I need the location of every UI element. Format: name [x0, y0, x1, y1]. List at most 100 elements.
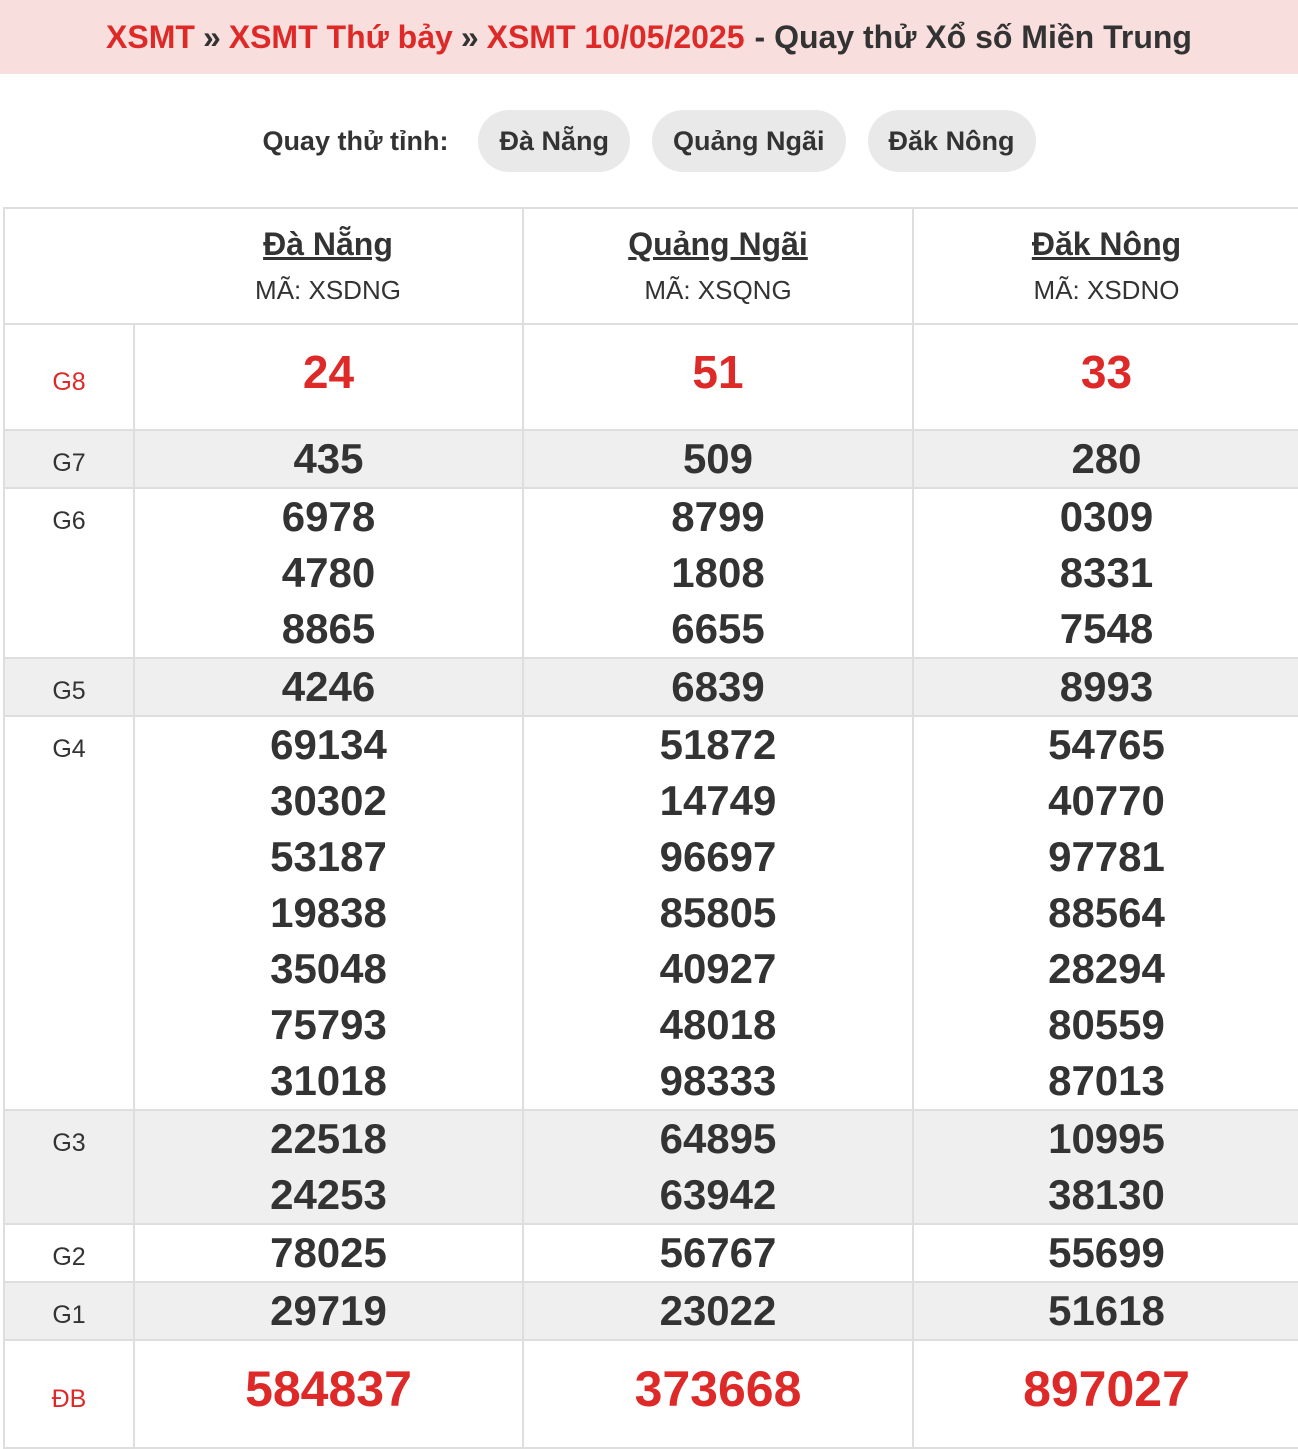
prize-label-cell: G3: [3, 1109, 135, 1225]
prize-cell: 6978 4780 8865: [133, 487, 524, 659]
prize-number: 88564: [1048, 889, 1165, 936]
breadcrumb-xsmt-saturday-link[interactable]: XSMT Thứ bảy: [229, 19, 453, 56]
prize-number: 51: [692, 346, 744, 398]
try-province-button-quang-ngai[interactable]: Quảng Ngãi: [652, 110, 846, 172]
prize-label: G6: [52, 507, 86, 535]
prize-cell: 54765 40770 97781 88564 28294 80559 87013: [912, 715, 1298, 1111]
prize-number: 30302: [270, 777, 387, 824]
prize-number: 97781: [1048, 833, 1165, 880]
prize-number: 64895: [659, 1115, 777, 1162]
breadcrumb-xsmt-link[interactable]: XSMT: [106, 19, 195, 56]
prize-label-cell: G1: [3, 1281, 135, 1341]
prize-number: 435: [293, 435, 364, 482]
prize-number: 96697: [659, 833, 777, 880]
prize-number: 509: [682, 435, 754, 482]
prize-label: G8: [52, 367, 86, 396]
prize-number: 24253: [270, 1171, 387, 1218]
try-province-label: Quay thử tỉnh:: [262, 125, 449, 156]
prize-number: 31018: [270, 1057, 387, 1104]
province-code: MÃ: XSQNG: [644, 275, 792, 305]
prize-rows: G8 24 51 33 G7 435 509 280 G6 6978 4780 8865 8799 180…: [3, 323, 1298, 1449]
prize-cell: 22518 24253: [133, 1109, 524, 1225]
province-link[interactable]: Quảng Ngãi: [524, 226, 912, 263]
try-province-bar: Quay thử tỉnh: Đà Nẵng Quảng Ngãi Đăk Nô…: [0, 74, 1298, 208]
prize-number: 78025: [270, 1229, 387, 1276]
prize-number: 33: [1080, 346, 1133, 398]
prize-label: G4: [52, 735, 86, 763]
prize-number: 29719: [270, 1287, 387, 1334]
prize-number: 373668: [634, 1361, 802, 1417]
try-province-button-da-nang[interactable]: Đà Nẵng: [478, 110, 631, 172]
prize-number: 80559: [1048, 1001, 1165, 1048]
prize-cell: 69134 30302 53187 19838 35048 75793 31018: [133, 715, 524, 1111]
prize-number: 40927: [659, 945, 777, 992]
prize-cell: 4246: [133, 657, 524, 717]
prize-number: 54765: [1048, 721, 1165, 768]
prize-cell: 0309 8331 7548: [912, 487, 1298, 659]
prize-cell: 56767: [522, 1223, 914, 1283]
prize-cell: 8799 1808 6655: [522, 487, 914, 659]
prize-number: 87013: [1048, 1057, 1165, 1104]
prize-number: 40770: [1048, 777, 1165, 824]
prize-number: 38130: [1048, 1171, 1165, 1218]
results-header-row: Đà Nẵng MÃ: XSDNG Quảng Ngãi MÃ: XSQNG Đ…: [3, 207, 1298, 325]
prize-number: 24: [302, 346, 355, 398]
prize-cell: 24: [133, 323, 524, 431]
prize-label: G5: [52, 677, 86, 705]
prize-number: 51618: [1048, 1287, 1165, 1334]
prize-number: 35048: [270, 945, 387, 992]
prize-cell: 33: [912, 323, 1298, 431]
prize-number: 28294: [1048, 945, 1165, 992]
prize-cell: 64895 63942: [522, 1109, 914, 1225]
breadcrumb-separator: »: [460, 18, 479, 55]
prize-row: G2 78025 56767 55699: [3, 1223, 1298, 1283]
prize-cell: 435: [133, 429, 524, 489]
prize-label-cell: G8: [3, 323, 135, 431]
prize-number: 56767: [659, 1229, 777, 1276]
prize-label-cell: G6: [3, 487, 135, 659]
prize-number: 55699: [1048, 1229, 1165, 1276]
prize-number: 8799: [671, 493, 765, 540]
prize-number: 6839: [671, 663, 765, 710]
prize-number: 584837: [245, 1361, 412, 1417]
prize-label: G2: [52, 1243, 86, 1271]
prize-number: 75793: [270, 1001, 387, 1048]
prize-number: 48018: [659, 1001, 777, 1048]
prize-row: G8 24 51 33: [3, 323, 1298, 431]
prize-number: 897027: [1023, 1361, 1190, 1417]
prize-cell: 51618: [912, 1281, 1298, 1341]
province-header-dak-nong: Đăk Nông MÃ: XSDNO: [912, 207, 1298, 325]
prize-row: G3 22518 24253 64895 63942 10995 38130: [3, 1109, 1298, 1225]
prize-number: 98333: [659, 1057, 777, 1104]
prize-number: 8865: [281, 605, 376, 652]
prize-label: ĐB: [51, 1384, 87, 1413]
prize-cell: 23022: [522, 1281, 914, 1341]
try-province-button-dak-nong[interactable]: Đăk Nông: [867, 110, 1036, 172]
prize-cell: 6839: [522, 657, 914, 717]
prize-number: 63942: [659, 1171, 777, 1218]
page-title: - Quay thử Xổ số Miền Trung: [754, 18, 1192, 55]
prize-label: G7: [52, 449, 86, 477]
prize-number: 10995: [1048, 1115, 1165, 1162]
prize-number: 4780: [281, 549, 376, 596]
prize-number: 1808: [671, 549, 765, 596]
province-link[interactable]: Đà Nẵng: [134, 226, 522, 263]
prize-row: G1 29719 23022 51618: [3, 1281, 1298, 1341]
prize-number: 22518: [270, 1115, 387, 1162]
prize-row: G4 69134 30302 53187 19838 35048 75793 31018 518…: [3, 715, 1298, 1111]
prize-cell: 51872 14749 96697 85805 40927 48018 98333: [522, 715, 914, 1111]
breadcrumb-xsmt-date-link[interactable]: XSMT 10/05/2025: [487, 19, 745, 56]
province-link[interactable]: Đăk Nông: [914, 226, 1298, 263]
prize-cell: 78025: [133, 1223, 524, 1283]
header-corner: [3, 207, 134, 325]
prize-number: 14749: [659, 777, 777, 824]
prize-row: G5 4246 6839 8993: [3, 657, 1298, 717]
prize-number: 85805: [659, 889, 777, 936]
prize-label-cell: G5: [3, 657, 135, 717]
prize-number: 8331: [1059, 549, 1154, 596]
prize-number: 4246: [281, 663, 376, 710]
prize-number: 8993: [1059, 663, 1154, 710]
prize-cell: 509: [522, 429, 914, 489]
prize-row: G6 6978 4780 8865 8799 1808 6655 0309 8331 7548: [3, 487, 1298, 659]
prize-number: 51872: [659, 721, 777, 768]
